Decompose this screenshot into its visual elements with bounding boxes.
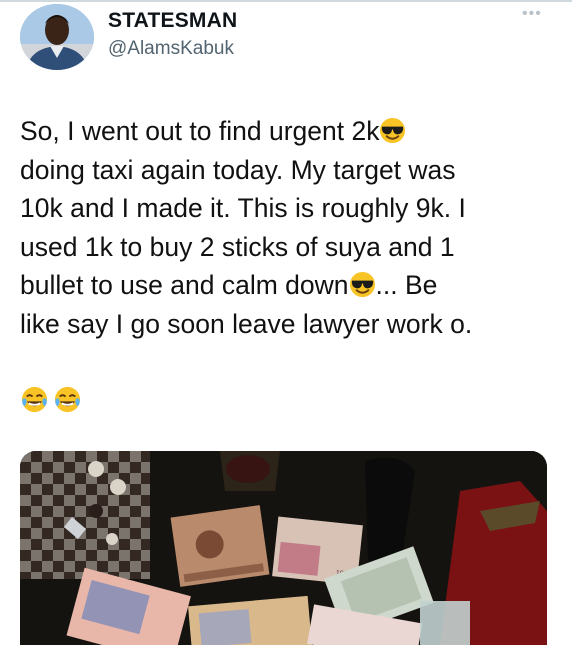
smiling-face-with-sunglasses-icon bbox=[380, 117, 406, 144]
photo-of-naira-cash-on-table-icon: 1000 bbox=[20, 451, 547, 645]
tweet-line: like say I go soon leave lawyer work o. bbox=[20, 308, 473, 339]
author-name[interactable]: STATESMAN bbox=[108, 9, 237, 33]
top-divider bbox=[0, 0, 572, 2]
tweet-line: bullet to use and calm down ... Be bbox=[20, 266, 560, 305]
face-with-tears-of-joy-icon bbox=[54, 386, 81, 413]
tweet-line: 10k and I made it. This is roughly 9k. I bbox=[20, 193, 466, 223]
more-options-icon[interactable]: ••• bbox=[522, 5, 542, 23]
tweet-line-tail: ... Be bbox=[375, 270, 438, 300]
author-handle[interactable]: @AlamsKabuk bbox=[108, 38, 234, 60]
face-with-tears-of-joy-icon bbox=[21, 386, 48, 413]
tweet-line: So, I went out to find urgent 2k bbox=[20, 112, 560, 151]
tweet-photo[interactable]: 1000 bbox=[20, 451, 547, 645]
tweet-line-text: So, I went out to find urgent 2k bbox=[20, 116, 380, 146]
emoji-row bbox=[20, 385, 86, 415]
avatar[interactable] bbox=[20, 4, 94, 70]
smiling-face-with-sunglasses-icon bbox=[349, 271, 375, 298]
tweet-line: used 1k to buy 2 sticks of suya and 1 bbox=[20, 231, 455, 262]
tweet-text: So, I went out to find urgent 2k doing t… bbox=[20, 112, 560, 343]
tweet-line-text: bullet to use and calm down bbox=[20, 270, 349, 300]
tweet-card: STATESMAN @AlamsKabuk ••• So, I went out… bbox=[0, 0, 572, 645]
tweet-line: doing taxi again today. My target was bbox=[20, 154, 456, 185]
